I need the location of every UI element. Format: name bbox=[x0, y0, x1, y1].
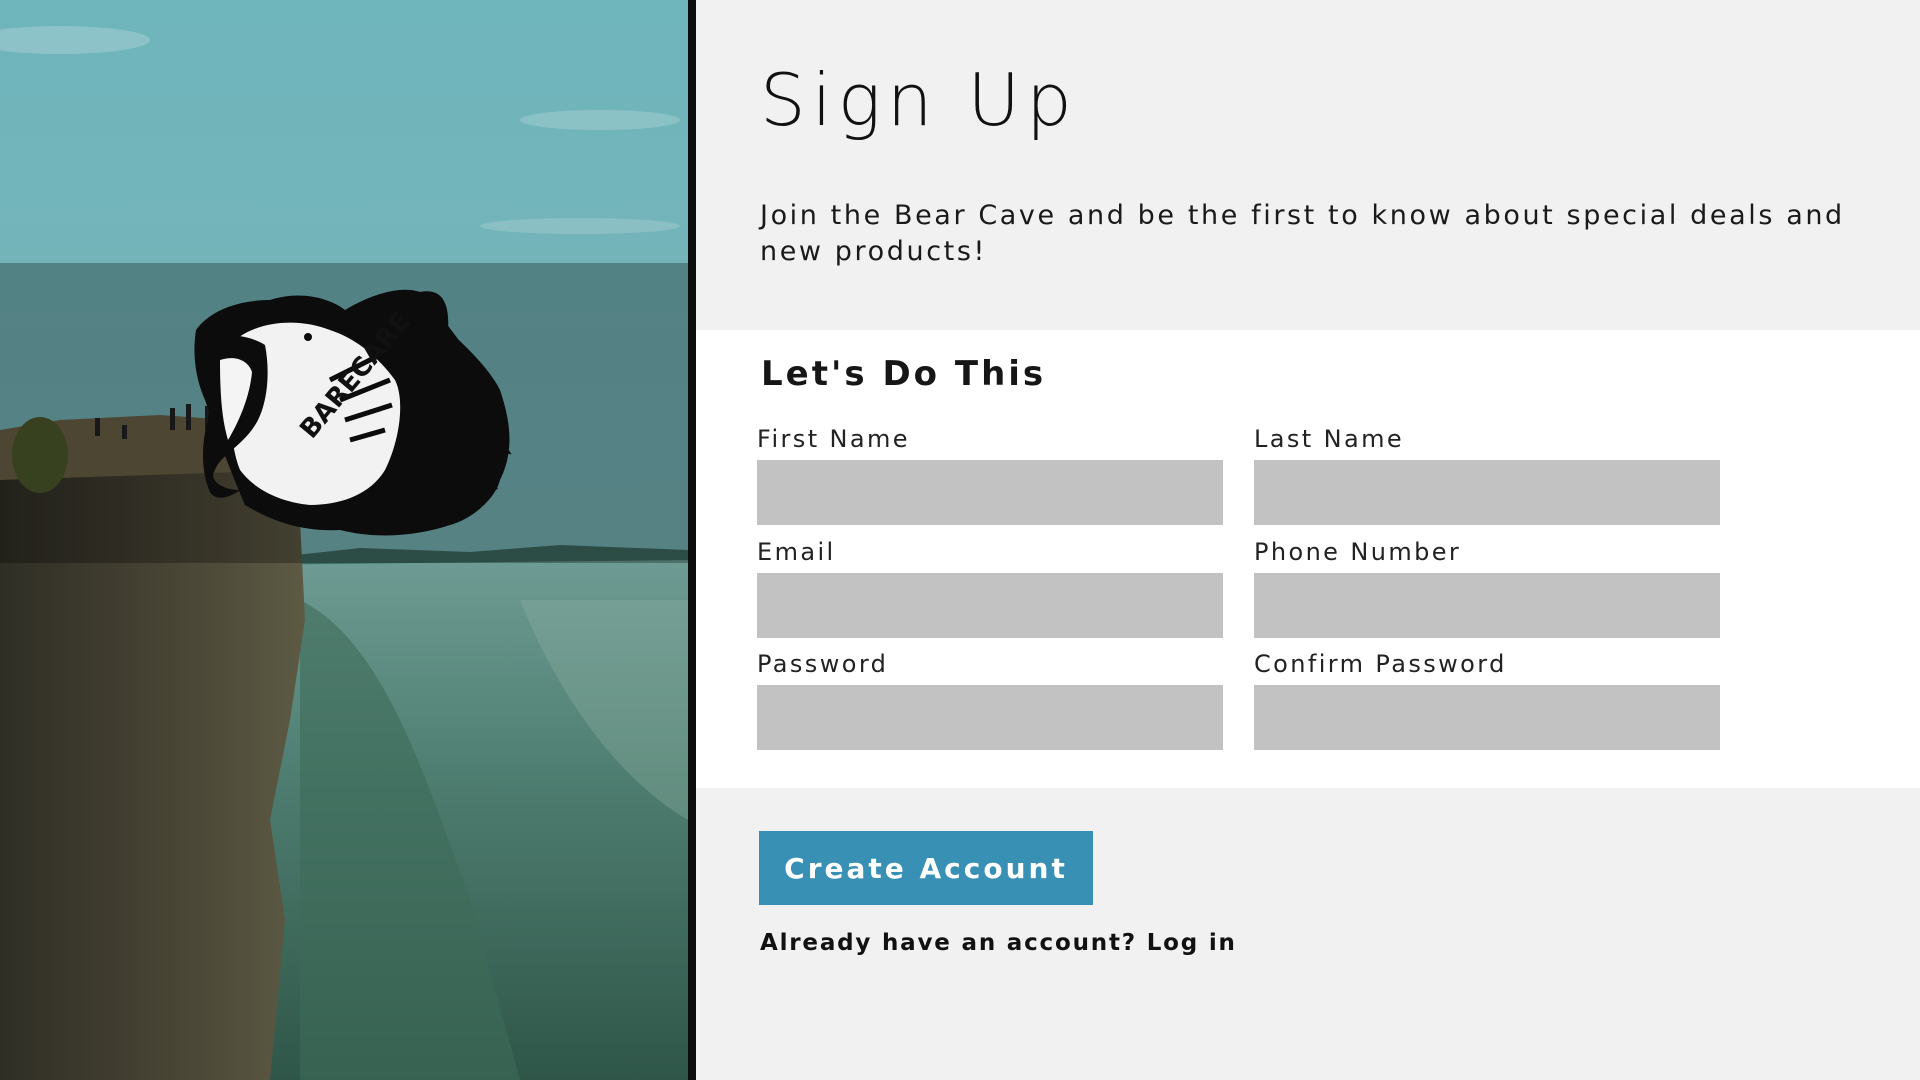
phone-field: Phone Number bbox=[1254, 535, 1720, 638]
panel-divider bbox=[688, 0, 696, 1080]
first-name-input[interactable] bbox=[757, 460, 1223, 525]
confirm-password-field: Confirm Password bbox=[1254, 647, 1720, 750]
create-account-button[interactable]: Create Account bbox=[759, 831, 1093, 905]
signup-intro-text: Join the Bear Cave and be the first to k… bbox=[760, 200, 1845, 267]
confirm-password-label: Confirm Password bbox=[1254, 650, 1507, 678]
hero-image: BARECARE bbox=[0, 0, 688, 1080]
login-link[interactable]: Log in bbox=[1147, 930, 1237, 956]
login-prompt-text: Already have an account? bbox=[760, 930, 1137, 956]
confirm-password-input[interactable] bbox=[1254, 685, 1720, 750]
password-input[interactable] bbox=[757, 685, 1223, 750]
signup-panel: Sign Up Join the Bear Cave and be the fi… bbox=[696, 0, 1920, 1080]
first-name-field: First Name bbox=[757, 422, 1223, 525]
password-field: Password bbox=[757, 647, 1223, 750]
first-name-label: First Name bbox=[757, 425, 910, 453]
last-name-input[interactable] bbox=[1254, 460, 1720, 525]
phone-label: Phone Number bbox=[1254, 538, 1462, 566]
form-heading: Let's Do This bbox=[761, 354, 1047, 394]
email-label: Email bbox=[757, 538, 836, 566]
page-title: Sign Up bbox=[760, 58, 1078, 142]
phone-input[interactable] bbox=[1254, 573, 1720, 638]
last-name-field: Last Name bbox=[1254, 422, 1720, 525]
password-label: Password bbox=[757, 650, 889, 678]
signup-form: Let's Do This First Name Last Name Email… bbox=[696, 330, 1920, 788]
email-field: Email bbox=[757, 535, 1223, 638]
login-prompt: Already have an account? Log in bbox=[760, 930, 1237, 956]
last-name-label: Last Name bbox=[1254, 425, 1405, 453]
email-input[interactable] bbox=[757, 573, 1223, 638]
